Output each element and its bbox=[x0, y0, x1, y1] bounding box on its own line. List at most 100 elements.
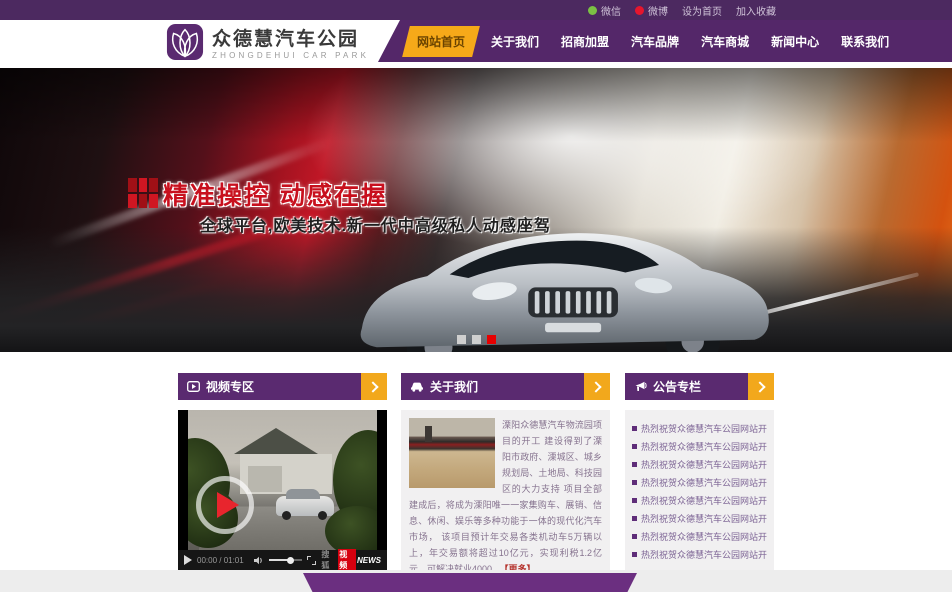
chevron-right-icon bbox=[590, 381, 601, 392]
notice-item[interactable]: 热烈祝贺众德慧汽车公园网站开通了！ bbox=[632, 437, 767, 455]
nav-item-label: 新闻中心 bbox=[771, 35, 819, 49]
notice-item[interactable]: 热烈祝贺众德慧汽车公园网站开通了！ bbox=[632, 509, 767, 527]
notice-text: 热烈祝贺众德慧汽车公园网站开通了！ bbox=[641, 494, 767, 507]
fullscreen-icon[interactable] bbox=[307, 556, 316, 565]
weibo-label: 微博 bbox=[648, 3, 668, 18]
notice-item[interactable]: 热烈祝贺众德慧汽车公园网站开通了！ bbox=[632, 419, 767, 437]
nav-item-mall[interactable]: 汽车商城 bbox=[690, 26, 760, 57]
nav-item-label: 招商加盟 bbox=[561, 35, 609, 49]
carousel-dot[interactable] bbox=[457, 335, 466, 344]
volume-slider[interactable] bbox=[269, 559, 303, 561]
notice-text: 热烈祝贺众德慧汽车公园网站开通了！ bbox=[641, 458, 767, 471]
chevron-right-icon bbox=[367, 381, 378, 392]
play-control-icon[interactable] bbox=[184, 555, 192, 565]
wechat-icon bbox=[588, 6, 597, 15]
notice-item[interactable]: 热烈祝贺众德慧汽车公园网站开通了！ bbox=[632, 473, 767, 491]
logo-subtitle: ZHONGDEHUI CAR PARK bbox=[212, 51, 369, 61]
video-player[interactable]: 00:00 / 01:01 搜狐 视频 NEWS bbox=[178, 410, 387, 570]
video-more-button[interactable] bbox=[361, 373, 387, 400]
hero-headline: 精准操控 动感在握 bbox=[163, 176, 388, 212]
footer: 汽车商城 bbox=[0, 570, 952, 592]
chevron-right-icon bbox=[754, 381, 765, 392]
nav-item-label: 汽车商城 bbox=[701, 35, 749, 49]
main-nav: 网站首页 关于我们 招商加盟 汽车品牌 汽车商城 新闻中心 联系我们 bbox=[378, 20, 952, 62]
notice-text: 热烈祝贺众德慧汽车公园网站开通了！ bbox=[641, 476, 767, 489]
bullet-icon bbox=[632, 498, 637, 503]
video-label: 视频 bbox=[338, 549, 356, 570]
footer-title: 汽车商城 bbox=[303, 588, 637, 592]
notice-text: 热烈祝贺众德慧汽车公园网站开通了！ bbox=[641, 512, 767, 525]
notice-list: 热烈祝贺众德慧汽车公园网站开通了！ 热烈祝贺众德慧汽车公园网站开通了！ 热烈祝贺… bbox=[625, 410, 774, 570]
red-grid-icon bbox=[128, 178, 158, 208]
bullet-icon bbox=[632, 444, 637, 449]
wechat-label: 微信 bbox=[601, 3, 621, 18]
about-thumbnail-image bbox=[409, 418, 495, 488]
hero-car-image bbox=[345, 186, 775, 352]
house-roof bbox=[234, 428, 318, 454]
carousel-dot[interactable] bbox=[472, 335, 481, 344]
megaphone-icon bbox=[634, 381, 647, 393]
video-section-title: 视频专区 bbox=[206, 378, 254, 395]
notice-text: 热烈祝贺众德慧汽车公园网站开通了！ bbox=[641, 548, 767, 561]
bullet-icon bbox=[632, 516, 637, 521]
carousel-indicators bbox=[0, 335, 952, 344]
notice-item[interactable]: 热烈祝贺众德慧汽车公园网站开通了！ bbox=[632, 455, 767, 473]
hero-subheadline: 全球平台,欧美技术.新一代中高级私人动感座驾 bbox=[200, 212, 551, 236]
bullet-icon bbox=[632, 462, 637, 467]
topbar: 微信 微博 设为首页 加入收藏 bbox=[0, 0, 952, 20]
carousel-dot-active[interactable] bbox=[487, 335, 496, 344]
footer-banner: 汽车商城 bbox=[303, 573, 637, 592]
notice-text: 热烈祝贺众德慧汽车公园网站开通了！ bbox=[641, 422, 767, 435]
weibo-icon bbox=[635, 6, 644, 15]
bullet-icon bbox=[632, 552, 637, 557]
header: 众德慧汽车公园 ZHONGDEHUI CAR PARK 网站首页 关于我们 招商… bbox=[0, 20, 952, 68]
nav-item-brands[interactable]: 汽车品牌 bbox=[620, 26, 690, 57]
set-home-link[interactable]: 设为首页 bbox=[682, 3, 722, 18]
weibo-link[interactable]: 微博 bbox=[635, 3, 668, 18]
logo-text: 众德慧汽车公园 ZHONGDEHUI CAR PARK bbox=[212, 29, 369, 61]
notice-more-button[interactable] bbox=[748, 373, 774, 400]
add-favorite-link[interactable]: 加入收藏 bbox=[736, 3, 776, 18]
news-label: NEWS bbox=[357, 556, 381, 565]
bullet-icon bbox=[632, 534, 637, 539]
volume-icon[interactable] bbox=[254, 556, 264, 565]
nav-item-label: 联系我们 bbox=[841, 35, 889, 49]
garage-door bbox=[248, 466, 282, 492]
content-area: 视频专区 关于我们 公告专栏 bbox=[178, 373, 774, 570]
nav-item-label: 关于我们 bbox=[491, 35, 539, 49]
hero-banner: 精准操控 动感在握 全球平台,欧美技术.新一代中高级私人动感座驾 bbox=[0, 68, 952, 352]
about-content: 溧阳众德慧汽车物流园项目的开工 建设得到了溧阳市政府、溧城区、城乡规划局、土地局… bbox=[401, 410, 610, 570]
car-in-video bbox=[276, 496, 334, 516]
about-section-title: 关于我们 bbox=[430, 378, 478, 395]
notice-section-title: 公告专栏 bbox=[653, 378, 701, 395]
nav-item-home[interactable]: 网站首页 bbox=[402, 26, 480, 57]
nav-item-news[interactable]: 新闻中心 bbox=[760, 26, 830, 57]
wechat-link[interactable]: 微信 bbox=[588, 3, 621, 18]
bullet-icon bbox=[632, 426, 637, 431]
notice-item[interactable]: 热烈祝贺众德慧汽车公园网站开通了！ bbox=[632, 527, 767, 545]
sohu-video-logo: 搜狐 视频 NEWS bbox=[321, 549, 381, 570]
lotus-icon bbox=[166, 23, 204, 66]
logo[interactable]: 众德慧汽车公园 ZHONGDEHUI CAR PARK bbox=[166, 23, 369, 66]
notice-item[interactable]: 热烈祝贺众德慧汽车公园网站开通了！ bbox=[632, 491, 767, 509]
nav-item-contact[interactable]: 联系我们 bbox=[830, 26, 900, 57]
set-home-label: 设为首页 bbox=[682, 3, 722, 18]
notice-section-header: 公告专栏 bbox=[625, 373, 774, 400]
add-favorite-label: 加入收藏 bbox=[736, 3, 776, 18]
play-icon bbox=[217, 492, 239, 518]
notice-item[interactable]: 热烈祝贺众德慧汽车公园网站开通了！ bbox=[632, 545, 767, 563]
nav-item-about[interactable]: 关于我们 bbox=[480, 26, 550, 57]
logo-title: 众德慧汽车公园 bbox=[212, 29, 369, 51]
nav-item-join[interactable]: 招商加盟 bbox=[550, 26, 620, 57]
sohu-label: 搜狐 bbox=[321, 549, 337, 570]
video-controls: 00:00 / 01:01 搜狐 视频 NEWS bbox=[178, 550, 387, 570]
nav-item-label: 网站首页 bbox=[417, 33, 465, 50]
video-time: 00:00 / 01:01 bbox=[197, 556, 244, 565]
play-button[interactable] bbox=[196, 476, 254, 534]
about-more-button[interactable] bbox=[584, 373, 610, 400]
bullet-icon bbox=[632, 480, 637, 485]
notice-text: 热烈祝贺众德慧汽车公园网站开通了！ bbox=[641, 440, 767, 453]
video-icon bbox=[187, 381, 200, 392]
car-icon bbox=[410, 381, 424, 392]
video-section-header: 视频专区 bbox=[178, 373, 387, 400]
